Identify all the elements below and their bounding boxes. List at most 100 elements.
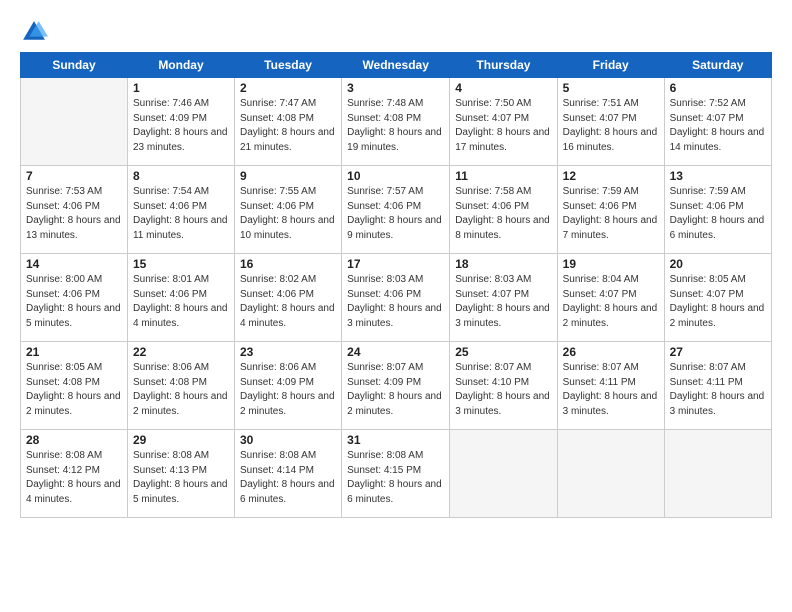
day-number: 22 xyxy=(133,345,229,359)
week-row-1: 1Sunrise: 7:46 AMSunset: 4:09 PMDaylight… xyxy=(21,78,772,166)
day-number: 14 xyxy=(26,257,122,271)
calendar-cell: 26 Sunrise: 8:07 AMSunset: 4:11 PMDayligh… xyxy=(557,342,664,430)
day-number: 5 xyxy=(563,81,659,95)
day-info: Sunrise: 7:58 AMSunset: 4:06 PMDaylight:… xyxy=(455,185,551,243)
page: SundayMondayTuesdayWednesdayThursdayFrid… xyxy=(0,0,792,612)
day-info: Sunrise: 7:50 AMSunset: 4:07 PMDaylight:… xyxy=(455,97,551,155)
calendar-table: SundayMondayTuesdayWednesdayThursdayFrid… xyxy=(20,52,772,518)
day-info: Sunrise: 8:00 AMSunset: 4:06 PMDaylight:… xyxy=(26,273,122,331)
calendar-cell: 11 Sunrise: 7:58 AMSunset: 4:06 PMDayligh… xyxy=(450,166,557,254)
day-info: Sunrise: 8:05 AMSunset: 4:08 PMDaylight:… xyxy=(26,361,122,419)
day-number: 28 xyxy=(26,433,122,447)
day-info: Sunrise: 8:06 AMSunset: 4:09 PMDaylight:… xyxy=(240,361,336,419)
day-number: 3 xyxy=(347,81,444,95)
day-header-tuesday: Tuesday xyxy=(235,53,342,78)
calendar-cell: 6 Sunrise: 7:52 AMSunset: 4:07 PMDaylight… xyxy=(664,78,771,166)
day-info: Sunrise: 8:07 AMSunset: 4:11 PMDaylight:… xyxy=(670,361,766,419)
day-info: Sunrise: 8:08 AMSunset: 4:12 PMDaylight:… xyxy=(26,449,122,507)
calendar-cell: 15 Sunrise: 8:01 AMSunset: 4:06 PMDayligh… xyxy=(127,254,234,342)
calendar-cell: 21 Sunrise: 8:05 AMSunset: 4:08 PMDayligh… xyxy=(21,342,128,430)
week-row-2: 7 Sunrise: 7:53 AMSunset: 4:06 PMDaylight… xyxy=(21,166,772,254)
calendar-cell: 4 Sunrise: 7:50 AMSunset: 4:07 PMDaylight… xyxy=(450,78,557,166)
day-number: 17 xyxy=(347,257,444,271)
day-number: 16 xyxy=(240,257,336,271)
calendar-cell: 30 Sunrise: 8:08 AMSunset: 4:14 PMDayligh… xyxy=(235,430,342,518)
day-number: 27 xyxy=(670,345,766,359)
calendar-cell: 18Sunrise: 8:03 AMSunset: 4:07 PMDayligh… xyxy=(450,254,557,342)
day-info: Sunrise: 8:08 AMSunset: 4:14 PMDaylight:… xyxy=(240,449,336,507)
calendar-cell: 7 Sunrise: 7:53 AMSunset: 4:06 PMDaylight… xyxy=(21,166,128,254)
day-number: 2 xyxy=(240,81,336,95)
day-number: 1 xyxy=(133,81,229,95)
logo xyxy=(20,18,52,46)
day-header-monday: Monday xyxy=(127,53,234,78)
calendar-cell: 14 Sunrise: 8:00 AMSunset: 4:06 PMDayligh… xyxy=(21,254,128,342)
calendar-cell: 10 Sunrise: 7:57 AMSunset: 4:06 PMDayligh… xyxy=(342,166,450,254)
day-number: 31 xyxy=(347,433,444,447)
week-row-3: 14 Sunrise: 8:00 AMSunset: 4:06 PMDayligh… xyxy=(21,254,772,342)
day-number: 10 xyxy=(347,169,444,183)
calendar-cell: 20 Sunrise: 8:05 AMSunset: 4:07 PMDayligh… xyxy=(664,254,771,342)
calendar-cell: 31 Sunrise: 8:08 AMSunset: 4:15 PMDayligh… xyxy=(342,430,450,518)
calendar-cell: 25Sunrise: 8:07 AMSunset: 4:10 PMDayligh… xyxy=(450,342,557,430)
day-number: 23 xyxy=(240,345,336,359)
day-number: 8 xyxy=(133,169,229,183)
day-info: Sunrise: 7:55 AMSunset: 4:06 PMDaylight:… xyxy=(240,185,336,243)
day-header-wednesday: Wednesday xyxy=(342,53,450,78)
calendar-cell: 29Sunrise: 8:08 AMSunset: 4:13 PMDayligh… xyxy=(127,430,234,518)
day-number: 4 xyxy=(455,81,551,95)
calendar-cell: 12 Sunrise: 7:59 AMSunset: 4:06 PMDayligh… xyxy=(557,166,664,254)
calendar-cell: 19Sunrise: 8:04 AMSunset: 4:07 PMDayligh… xyxy=(557,254,664,342)
day-number: 24 xyxy=(347,345,444,359)
day-info: Sunrise: 8:03 AMSunset: 4:06 PMDaylight:… xyxy=(347,273,444,331)
day-info: Sunrise: 7:53 AMSunset: 4:06 PMDaylight:… xyxy=(26,185,122,243)
calendar-cell: 9Sunrise: 7:55 AMSunset: 4:06 PMDaylight… xyxy=(235,166,342,254)
calendar-cell: 8 Sunrise: 7:54 AMSunset: 4:06 PMDaylight… xyxy=(127,166,234,254)
day-info: Sunrise: 7:48 AMSunset: 4:08 PMDaylight:… xyxy=(347,97,444,155)
day-number: 11 xyxy=(455,169,551,183)
header xyxy=(20,18,772,46)
day-number: 13 xyxy=(670,169,766,183)
day-number: 29 xyxy=(133,433,229,447)
day-info: Sunrise: 8:02 AMSunset: 4:06 PMDaylight:… xyxy=(240,273,336,331)
day-info: Sunrise: 8:07 AMSunset: 4:11 PMDaylight:… xyxy=(563,361,659,419)
day-number: 15 xyxy=(133,257,229,271)
day-header-sunday: Sunday xyxy=(21,53,128,78)
day-info: Sunrise: 8:06 AMSunset: 4:08 PMDaylight:… xyxy=(133,361,229,419)
day-info: Sunrise: 7:47 AMSunset: 4:08 PMDaylight:… xyxy=(240,97,336,155)
calendar-cell: 17 Sunrise: 8:03 AMSunset: 4:06 PMDayligh… xyxy=(342,254,450,342)
day-number: 12 xyxy=(563,169,659,183)
day-number: 21 xyxy=(26,345,122,359)
day-header-friday: Friday xyxy=(557,53,664,78)
calendar-cell: 27 Sunrise: 8:07 AMSunset: 4:11 PMDayligh… xyxy=(664,342,771,430)
day-number: 6 xyxy=(670,81,766,95)
day-info: Sunrise: 7:57 AMSunset: 4:06 PMDaylight:… xyxy=(347,185,444,243)
calendar-cell xyxy=(21,78,128,166)
calendar-cell xyxy=(450,430,557,518)
week-row-4: 21 Sunrise: 8:05 AMSunset: 4:08 PMDayligh… xyxy=(21,342,772,430)
day-info: Sunrise: 8:08 AMSunset: 4:15 PMDaylight:… xyxy=(347,449,444,507)
day-info: Sunrise: 8:04 AMSunset: 4:07 PMDaylight:… xyxy=(563,273,659,331)
day-info: Sunrise: 7:52 AMSunset: 4:07 PMDaylight:… xyxy=(670,97,766,155)
calendar-cell: 3 Sunrise: 7:48 AMSunset: 4:08 PMDaylight… xyxy=(342,78,450,166)
calendar-cell: 22 Sunrise: 8:06 AMSunset: 4:08 PMDayligh… xyxy=(127,342,234,430)
calendar-cell: 24 Sunrise: 8:07 AMSunset: 4:09 PMDayligh… xyxy=(342,342,450,430)
calendar-cell: 1Sunrise: 7:46 AMSunset: 4:09 PMDaylight… xyxy=(127,78,234,166)
calendar-cell xyxy=(664,430,771,518)
calendar-cell: 5 Sunrise: 7:51 AMSunset: 4:07 PMDaylight… xyxy=(557,78,664,166)
day-info: Sunrise: 8:07 AMSunset: 4:09 PMDaylight:… xyxy=(347,361,444,419)
day-info: Sunrise: 7:51 AMSunset: 4:07 PMDaylight:… xyxy=(563,97,659,155)
day-info: Sunrise: 8:05 AMSunset: 4:07 PMDaylight:… xyxy=(670,273,766,331)
day-header-saturday: Saturday xyxy=(664,53,771,78)
calendar-cell: 2 Sunrise: 7:47 AMSunset: 4:08 PMDaylight… xyxy=(235,78,342,166)
day-info: Sunrise: 8:01 AMSunset: 4:06 PMDaylight:… xyxy=(133,273,229,331)
day-number: 25 xyxy=(455,345,551,359)
day-number: 26 xyxy=(563,345,659,359)
day-info: Sunrise: 7:54 AMSunset: 4:06 PMDaylight:… xyxy=(133,185,229,243)
day-header-thursday: Thursday xyxy=(450,53,557,78)
calendar-cell: 16 Sunrise: 8:02 AMSunset: 4:06 PMDayligh… xyxy=(235,254,342,342)
day-number: 20 xyxy=(670,257,766,271)
day-info: Sunrise: 7:59 AMSunset: 4:06 PMDaylight:… xyxy=(563,185,659,243)
day-number: 7 xyxy=(26,169,122,183)
day-number: 30 xyxy=(240,433,336,447)
